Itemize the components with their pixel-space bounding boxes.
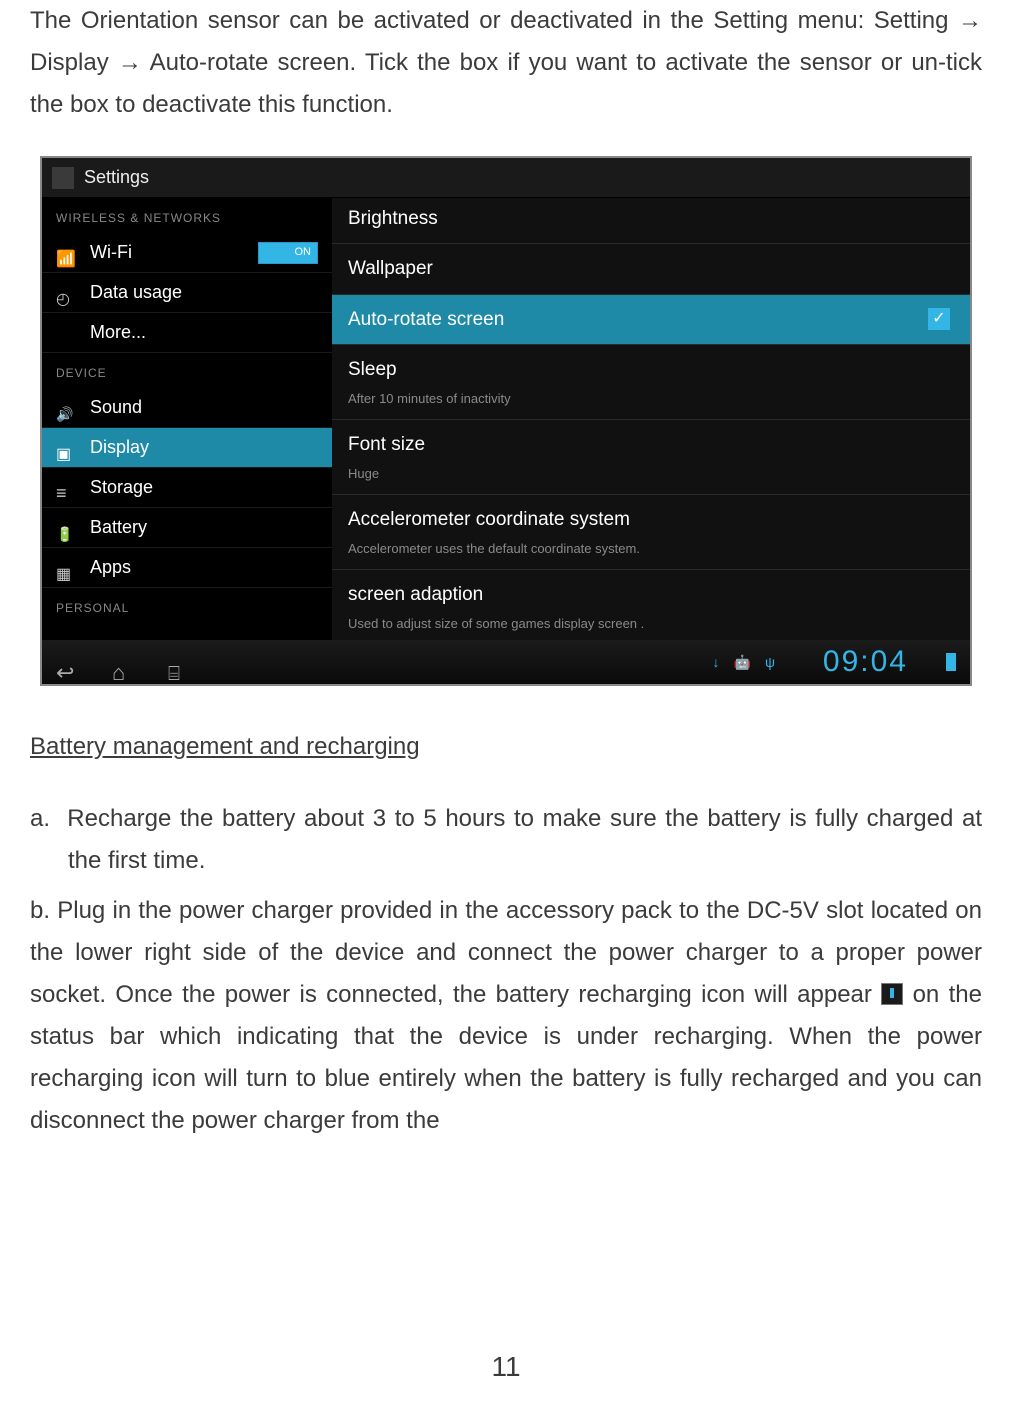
- blank-icon: [56, 323, 76, 343]
- text: Recharge the battery about 3 to 5 hours …: [67, 805, 982, 874]
- category-personal: PERSONAL: [42, 588, 332, 623]
- settings-title: Settings: [84, 162, 149, 194]
- label: Data usage: [90, 277, 182, 309]
- text: Plug in the power charger provided in th…: [30, 897, 982, 1008]
- paragraph-orientation: The Orientation sensor can be activated …: [30, 0, 982, 126]
- label: Sound: [90, 392, 142, 424]
- sidebar-item-battery[interactable]: Battery: [42, 508, 332, 548]
- sound-icon: [56, 398, 76, 418]
- label: screen adaption: [348, 578, 954, 611]
- sublabel: Accelerometer uses the default coordinat…: [348, 538, 954, 561]
- gear-icon: [52, 167, 74, 189]
- android-icon: 🤖: [734, 650, 751, 675]
- battery-status-icon: [946, 653, 956, 671]
- settings-screenshot: Settings WIRELESS & NETWORKS Wi-Fi ON Da…: [40, 156, 972, 686]
- marker: a.: [30, 805, 50, 832]
- label: Wi-Fi: [90, 237, 132, 269]
- setting-wallpaper[interactable]: Wallpaper: [332, 244, 970, 294]
- text: The Orientation sensor can be activated …: [30, 7, 958, 34]
- checkbox-icon[interactable]: ✓: [928, 308, 950, 330]
- storage-icon: [56, 478, 76, 498]
- category-wireless: WIRELESS & NETWORKS: [42, 198, 332, 233]
- text: Display: [30, 49, 118, 76]
- list-item-b: b. Plug in the power charger provided in…: [30, 890, 982, 1142]
- status-tray: ↓ 🤖 ψ: [713, 650, 775, 675]
- sidebar-item-display[interactable]: Display: [42, 428, 332, 468]
- setting-font-size[interactable]: Font size Huge: [332, 420, 970, 495]
- sublabel: Used to adjust size of some games displa…: [348, 613, 954, 636]
- arrow-icon: →: [958, 7, 982, 34]
- android-navbar: ↓ 🤖 ψ 09:04: [42, 640, 970, 684]
- label: Sleep: [348, 353, 954, 386]
- section-battery-heading: Battery management and recharging: [30, 726, 982, 768]
- sidebar-item-apps[interactable]: Apps: [42, 548, 332, 588]
- label: Accelerometer coordinate system: [348, 503, 954, 536]
- sublabel: Huge: [348, 463, 954, 486]
- setting-auto-rotate[interactable]: Auto-rotate screen ✓: [332, 295, 970, 345]
- label: Apps: [90, 552, 131, 584]
- sidebar-item-data[interactable]: Data usage: [42, 273, 332, 313]
- home-icon[interactable]: [112, 652, 138, 672]
- setting-accelerometer[interactable]: Accelerometer coordinate system Accelero…: [332, 495, 970, 570]
- wifi-toggle[interactable]: ON: [258, 242, 318, 264]
- page-number: 11: [0, 1342, 1012, 1391]
- list-item-a: a. Recharge the battery about 3 to 5 hou…: [30, 798, 982, 882]
- settings-main-pane: Brightness Wallpaper Auto-rotate screen …: [332, 198, 970, 640]
- label: More...: [90, 317, 146, 349]
- settings-sidebar: WIRELESS & NETWORKS Wi-Fi ON Data usage …: [42, 198, 332, 640]
- label: Font size: [348, 428, 954, 461]
- arrow-icon: →: [118, 49, 142, 76]
- category-device: DEVICE: [42, 353, 332, 388]
- clock: 09:04: [823, 636, 908, 689]
- display-icon: [56, 438, 76, 458]
- recent-apps-icon[interactable]: [168, 652, 194, 672]
- label: Brightness: [348, 202, 954, 235]
- marker: b.: [30, 897, 50, 924]
- text: Auto-rotate screen. Tick the box if you …: [30, 49, 982, 118]
- battery-icon: [56, 518, 76, 538]
- back-icon[interactable]: [56, 652, 82, 672]
- usb-icon: ψ: [765, 650, 775, 675]
- label: Auto-rotate screen: [348, 303, 954, 336]
- sidebar-item-sound[interactable]: Sound: [42, 388, 332, 428]
- label: Battery: [90, 512, 147, 544]
- download-icon: ↓: [713, 650, 720, 675]
- sidebar-item-wifi[interactable]: Wi-Fi ON: [42, 233, 332, 273]
- setting-sleep[interactable]: Sleep After 10 minutes of inactivity: [332, 345, 970, 420]
- settings-header: Settings: [42, 158, 970, 198]
- label: Storage: [90, 472, 153, 504]
- sidebar-item-storage[interactable]: Storage: [42, 468, 332, 508]
- battery-charging-icon: [881, 983, 903, 1005]
- setting-brightness[interactable]: Brightness: [332, 198, 970, 244]
- label: Display: [90, 432, 149, 464]
- setting-screen-adaption[interactable]: screen adaption Used to adjust size of s…: [332, 570, 970, 640]
- sublabel: After 10 minutes of inactivity: [348, 388, 954, 411]
- apps-icon: [56, 558, 76, 578]
- data-usage-icon: [56, 283, 76, 303]
- sidebar-item-more[interactable]: More...: [42, 313, 332, 353]
- label: Wallpaper: [348, 252, 954, 285]
- wifi-icon: [56, 243, 76, 263]
